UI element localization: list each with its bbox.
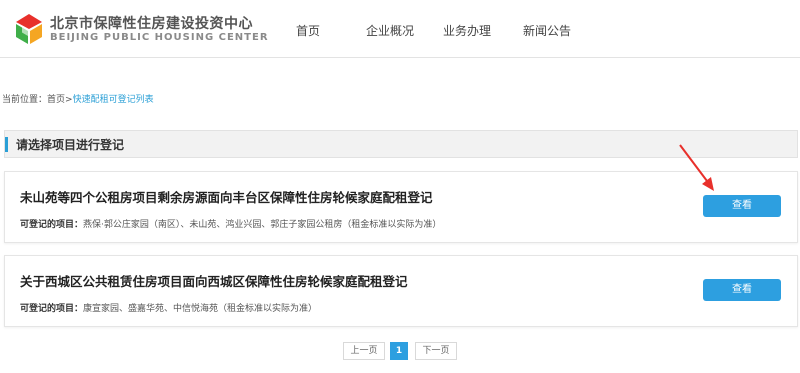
project-description: 可登记的项目：燕保·郭公庄家园（南区）、未山苑、鸿业兴园、郭庄子家园公租房（租金… <box>20 217 441 230</box>
breadcrumb-home[interactable]: 首页 <box>47 95 65 105</box>
nav-business[interactable]: 业务办理 <box>443 22 491 39</box>
section-accent-bar <box>5 137 8 152</box>
brand-name-en: BEIJING PUBLIC HOUSING CENTER <box>50 32 269 43</box>
project-title[interactable]: 未山苑等四个公租房项目剩余房源面向丰台区保障性住房轮候家庭配租登记 <box>20 187 433 206</box>
site-header: 北京市保障性住房建设投资中心 BEIJING PUBLIC HOUSING CE… <box>0 0 800 58</box>
project-card: 关于西城区公共租赁住房项目面向西城区保障性住房轮候家庭配租登记 可登记的项目：康… <box>4 255 798 327</box>
view-button[interactable]: 查看 <box>703 195 781 217</box>
annotation-arrow-icon <box>679 144 714 191</box>
prev-page-button[interactable]: 上一页 <box>343 342 385 360</box>
project-desc-label: 可登记的项目： <box>20 304 84 314</box>
project-desc-value: 康宣家园、盛嘉华苑、中信悦海苑（租金标准以实际为准） <box>83 304 318 314</box>
project-title[interactable]: 关于西城区公共租赁住房项目面向西城区保障性住房轮候家庭配租登记 <box>20 271 408 290</box>
section-title: 请选择项目进行登记 <box>16 138 125 152</box>
project-desc-label: 可登记的项目： <box>20 220 84 230</box>
nav-home[interactable]: 首页 <box>296 22 320 39</box>
breadcrumb-separator: > <box>65 95 73 105</box>
project-description: 可登记的项目：康宣家园、盛嘉华苑、中信悦海苑（租金标准以实际为准） <box>20 301 317 314</box>
breadcrumb-prefix: 当前位置： <box>2 95 48 105</box>
brand-name-cn: 北京市保障性住房建设投资中心 <box>50 16 253 32</box>
breadcrumb: 当前位置：首页>快速配租可登记列表 <box>2 92 154 105</box>
nav-news[interactable]: 新闻公告 <box>523 22 571 39</box>
breadcrumb-current[interactable]: 快速配租可登记列表 <box>73 95 154 105</box>
nav-company-overview[interactable]: 企业概况 <box>366 22 414 39</box>
project-desc-value: 燕保·郭公庄家园（南区）、未山苑、鸿业兴园、郭庄子家园公租房（租金标准以实际为准… <box>83 220 442 230</box>
view-button[interactable]: 查看 <box>703 279 781 301</box>
next-page-button[interactable]: 下一页 <box>415 342 457 360</box>
logo-icon[interactable] <box>12 12 46 46</box>
page-1-button[interactable]: 1 <box>390 342 408 360</box>
